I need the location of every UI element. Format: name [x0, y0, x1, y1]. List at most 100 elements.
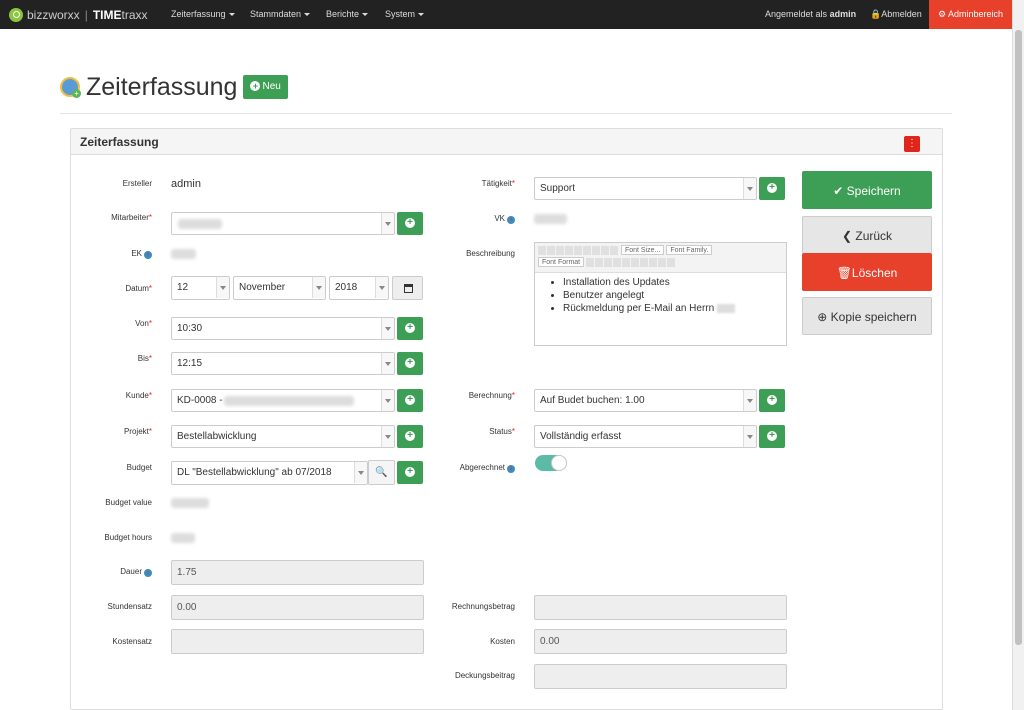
rechnungsbetrag-field[interactable] — [534, 595, 787, 620]
von-select[interactable]: 10:30 — [171, 317, 395, 340]
chevron-down-icon — [385, 435, 391, 439]
brand-logo[interactable]: bizzworxx | TIME traxx — [9, 6, 148, 23]
plus-circle-icon: + — [767, 183, 777, 193]
info-icon: i — [144, 569, 152, 577]
new-button[interactable]: + Neu — [243, 75, 288, 99]
mitarbeiter-select[interactable] — [171, 212, 395, 235]
kunde-select[interactable]: KD-0008 - — [171, 389, 395, 412]
chevron-down-icon — [385, 399, 391, 403]
color-icon[interactable] — [613, 257, 622, 267]
budget-hours-redacted — [171, 533, 195, 543]
admin-area-button[interactable]: ⚙ Adminbereich — [929, 0, 1012, 29]
bis-select[interactable]: 12:15 — [171, 352, 395, 375]
redacted-name — [716, 303, 735, 313]
page-scrollbar[interactable] — [1012, 0, 1024, 710]
dauer-field[interactable]: 1.75 — [171, 560, 424, 585]
add-bis-button[interactable]: + — [397, 352, 423, 375]
add-status-button[interactable]: + — [759, 425, 785, 448]
menu-zeiterfassung[interactable]: Zeiterfassung — [171, 0, 235, 29]
stundensatz-field[interactable]: 0.00 — [171, 595, 424, 620]
label-budget-value: Budget value — [105, 498, 152, 507]
label-budget-hours: Budget hours — [104, 533, 152, 542]
table-icon[interactable] — [622, 257, 631, 267]
menu-system[interactable]: System — [385, 0, 425, 29]
beschreibung-editor[interactable]: Font Size...Font Family. Font Format Ins… — [534, 242, 787, 346]
label-berechnung: Berechnung* — [468, 391, 515, 400]
add-taetigkeit-button[interactable]: + — [759, 177, 785, 200]
panel-menu-button[interactable]: ⋮ — [904, 136, 920, 152]
align-left-icon[interactable] — [565, 245, 573, 255]
kostensatz-field[interactable] — [171, 629, 424, 654]
font-family-dropdown[interactable]: Font Family. — [666, 245, 713, 256]
day-select[interactable]: 12 — [171, 276, 230, 300]
budget-select[interactable]: DL "Bestellabwicklung" ab 07/2018 — [171, 461, 368, 485]
logout-link[interactable]: 🔒Abmelden — [870, 0, 922, 29]
menu-stammdaten[interactable]: Stammdaten — [250, 0, 311, 29]
calendar-icon — [404, 284, 413, 293]
list-item: Benutzer angelegt — [563, 289, 786, 302]
italic-icon[interactable] — [547, 245, 555, 255]
logged-in-prefix: Angemeldet als — [765, 9, 828, 19]
toggle-knob — [551, 455, 567, 471]
add-berechnung-button[interactable]: + — [759, 389, 785, 412]
align-right-icon[interactable] — [583, 245, 591, 255]
align-center-icon[interactable] — [574, 245, 582, 255]
deckungsbeitrag-field[interactable] — [534, 664, 787, 689]
plus-circle-icon: + — [405, 358, 415, 368]
label-status: Status* — [489, 427, 515, 436]
add-projekt-button[interactable]: + — [397, 425, 423, 448]
bullet-list-icon[interactable] — [601, 245, 609, 255]
year-select[interactable]: 2018 — [329, 276, 389, 300]
vk-value-redacted — [534, 214, 567, 224]
underline-icon[interactable] — [556, 245, 564, 255]
image-icon[interactable] — [586, 257, 595, 267]
budget-search-button[interactable]: 🔍 — [368, 460, 395, 485]
source-icon[interactable] — [667, 257, 676, 267]
link-icon[interactable] — [595, 257, 604, 267]
subscript-icon[interactable] — [631, 257, 640, 267]
add-budget-button[interactable]: + — [397, 461, 423, 484]
superscript-icon[interactable] — [640, 257, 649, 267]
label-rechnungsbetrag: Rechnungsbetrag — [451, 602, 515, 611]
admin-label: Adminbereich — [948, 9, 1004, 19]
back-button[interactable]: ❮ Zurück — [802, 216, 932, 254]
menu-berichte[interactable]: Berichte — [326, 0, 369, 29]
bold-icon[interactable] — [538, 245, 546, 255]
projekt-select[interactable]: Bestellabwicklung — [171, 425, 395, 448]
editor-content[interactable]: Installation des Updates Benutzer angele… — [535, 273, 786, 315]
strikethrough-icon[interactable] — [649, 257, 658, 267]
delete-button[interactable]: 🗑Löschen — [802, 253, 932, 291]
save-button[interactable]: ✔ Speichern — [802, 171, 932, 209]
add-von-button[interactable]: + — [397, 317, 423, 340]
chevron-down-icon — [418, 13, 425, 17]
divider — [60, 113, 952, 114]
font-format-dropdown[interactable]: Font Format — [538, 257, 585, 268]
add-mitarbeiter-button[interactable]: + — [397, 212, 423, 235]
status-select[interactable]: Vollständig erfasst — [534, 425, 757, 448]
font-size-dropdown[interactable]: Font Size... — [620, 245, 665, 256]
plus-circle-icon: ⊕ — [817, 310, 828, 324]
scrollbar-thumb[interactable] — [1015, 30, 1022, 645]
check-icon: ✔ — [833, 184, 844, 198]
unlink-icon[interactable] — [604, 257, 613, 267]
chevron-down-icon — [747, 435, 753, 439]
copy-save-button[interactable]: ⊕ Kopie speichern — [802, 297, 932, 335]
taetigkeit-select[interactable]: Support — [534, 177, 757, 200]
back-label: Zurück — [855, 229, 893, 243]
panel-title: Zeiterfassung — [71, 129, 942, 155]
justify-icon[interactable] — [592, 245, 600, 255]
abgerechnet-toggle[interactable] — [535, 455, 567, 471]
plus-circle-icon: + — [405, 467, 415, 477]
logo-icon — [9, 7, 23, 22]
clean-icon[interactable] — [658, 257, 667, 267]
month-select[interactable]: November — [233, 276, 326, 300]
chevron-down-icon — [358, 471, 364, 475]
berechnung-select[interactable]: Auf Budet buchen: 1.00 — [534, 389, 757, 412]
chevron-down-icon — [362, 13, 369, 17]
calendar-button[interactable] — [392, 276, 423, 300]
kosten-field[interactable]: 0.00 — [534, 629, 787, 654]
add-kunde-button[interactable]: + — [397, 389, 423, 412]
numbered-list-icon[interactable] — [610, 245, 618, 255]
chevron-down-icon — [220, 286, 226, 290]
page-header: + Zeiterfassung + Neu — [60, 72, 288, 102]
